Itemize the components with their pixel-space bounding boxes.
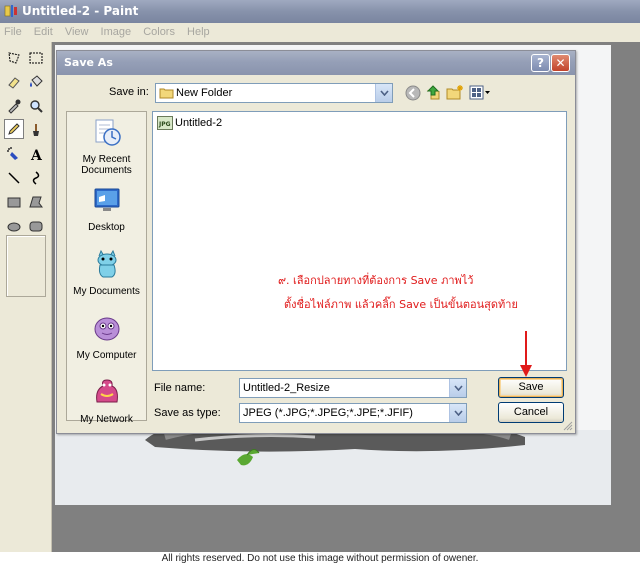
- svg-text:A: A: [30, 148, 43, 162]
- file-name-text: Untitled-2: [175, 117, 223, 129]
- save-in-label: Save in:: [109, 86, 149, 98]
- color-picker-tool-icon[interactable]: [4, 96, 24, 116]
- place-my-computer[interactable]: My Computer: [67, 312, 146, 361]
- folder-icon: [159, 88, 174, 99]
- menu-edit[interactable]: Edit: [34, 26, 53, 38]
- copyright-notice: All rights reserved. Do not use this ima…: [0, 552, 640, 566]
- rounded-rect-tool-icon[interactable]: [26, 216, 46, 236]
- text-tool-icon[interactable]: A: [26, 144, 46, 164]
- place-desktop[interactable]: Desktop: [67, 184, 146, 233]
- save-in-combo[interactable]: New Folder: [155, 83, 393, 103]
- app-title-bar: Untitled-2 - Paint: [0, 0, 640, 23]
- free-select-tool-icon[interactable]: [4, 48, 24, 68]
- menu-view[interactable]: View: [65, 26, 89, 38]
- back-icon[interactable]: [405, 85, 421, 101]
- curve-tool-icon[interactable]: [26, 168, 46, 188]
- file-item[interactable]: JPG Untitled-2: [157, 116, 222, 130]
- svg-text:JPG: JPG: [158, 121, 171, 128]
- save-as-dialog: Save As ? ✕ Save in: New Folder My Recen…: [56, 50, 576, 434]
- instruction-line-1: ๙. เลือกปลายทางที่ต้องการ Save ภาพไว้: [278, 274, 474, 287]
- magnifier-tool-icon[interactable]: [26, 96, 46, 116]
- red-arrow-annotation: [520, 331, 532, 377]
- toolbox: A: [0, 42, 52, 552]
- dialog-title: Save As: [64, 56, 113, 69]
- place-desktop-label: Desktop: [88, 222, 125, 233]
- menu-help[interactable]: Help: [187, 26, 210, 38]
- menu-bar: File Edit View Image Colors Help: [0, 23, 640, 42]
- save-in-value: New Folder: [176, 87, 233, 99]
- file-list[interactable]: JPG Untitled-2 ๙. เลือกปลายทางที่ต้องการ…: [152, 111, 567, 371]
- line-tool-icon[interactable]: [4, 168, 24, 188]
- tool-options-box[interactable]: [6, 235, 46, 297]
- my-computer-icon: [94, 317, 119, 341]
- new-folder-icon[interactable]: [446, 84, 464, 101]
- save-as-type-label: Save as type:: [154, 407, 221, 419]
- paint-window: Untitled-2 - Paint File Edit View Image …: [0, 0, 640, 566]
- place-recent-label: My Recent Documents: [81, 154, 132, 176]
- pencil-tool-icon[interactable]: [4, 119, 24, 139]
- jpeg-file-icon: JPG: [157, 116, 173, 130]
- place-my-documents[interactable]: My Documents: [67, 248, 146, 297]
- rectangle-tool-icon[interactable]: [4, 192, 24, 212]
- up-folder-icon[interactable]: [425, 84, 441, 101]
- place-my-computer-label: My Computer: [76, 350, 137, 361]
- ellipse-tool-icon[interactable]: [4, 216, 24, 236]
- recent-documents-icon: [95, 119, 121, 146]
- my-documents-icon: [97, 249, 116, 278]
- place-my-documents-label: My Documents: [73, 286, 140, 297]
- file-name-input[interactable]: Untitled-2_Resize: [239, 378, 467, 398]
- file-name-value: Untitled-2_Resize: [243, 382, 330, 394]
- polygon-tool-icon[interactable]: [26, 192, 46, 212]
- places-bar: My Recent Documents Desktop My Documents…: [66, 111, 147, 425]
- resize-grip-icon[interactable]: [562, 420, 573, 431]
- file-name-label: File name:: [154, 382, 206, 394]
- menu-file[interactable]: File: [4, 26, 22, 38]
- place-my-network-label: My Network: [80, 414, 133, 425]
- chevron-down-icon[interactable]: [449, 404, 466, 422]
- chevron-down-icon[interactable]: [375, 84, 392, 102]
- fill-tool-icon[interactable]: [26, 72, 46, 92]
- eraser-tool-icon[interactable]: [4, 72, 24, 92]
- my-network-icon: [95, 379, 118, 403]
- chevron-down-icon[interactable]: [449, 379, 466, 397]
- paint-icon: [4, 5, 17, 17]
- place-recent-documents[interactable]: My Recent Documents: [67, 116, 146, 176]
- dialog-title-bar[interactable]: Save As: [57, 51, 575, 75]
- save-as-type-select[interactable]: JPEG (*.JPG;*.JPEG;*.JPE;*.JFIF): [239, 403, 467, 423]
- menu-image[interactable]: Image: [101, 26, 132, 38]
- place-my-network[interactable]: My Network: [67, 376, 146, 425]
- app-title: Untitled-2 - Paint: [22, 4, 139, 18]
- save-button[interactable]: Save: [498, 377, 564, 398]
- desktop-icon: [94, 188, 119, 211]
- instruction-line-2: ตั้งชื่อไฟล์ภาพ แล้วคลิ๊ก Save เป็นขั้นต…: [284, 298, 518, 311]
- close-button[interactable]: ✕: [551, 54, 570, 72]
- menu-colors[interactable]: Colors: [143, 26, 175, 38]
- save-as-type-value: JPEG (*.JPG;*.JPEG;*.JPE;*.JFIF): [243, 407, 413, 419]
- brush-tool-icon[interactable]: [26, 120, 46, 140]
- help-button[interactable]: ?: [531, 54, 550, 72]
- rect-select-tool-icon[interactable]: [26, 48, 46, 68]
- airbrush-tool-icon[interactable]: [4, 144, 24, 164]
- views-menu-icon[interactable]: [469, 85, 491, 101]
- cancel-button[interactable]: Cancel: [498, 402, 564, 423]
